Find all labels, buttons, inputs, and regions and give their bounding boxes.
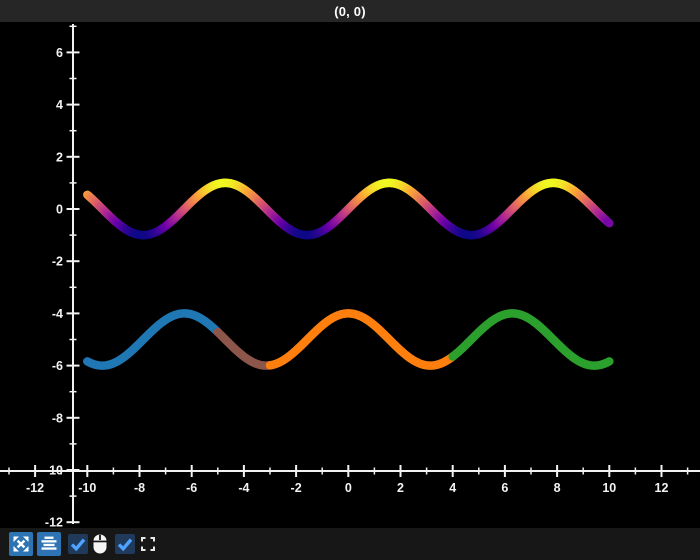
pan-button[interactable]	[9, 532, 33, 556]
align-center-icon	[37, 532, 61, 556]
y-tick-label: -2	[52, 255, 63, 269]
x-tick-label: 8	[554, 481, 561, 495]
x-tick-label: 10	[602, 481, 616, 495]
x-tick-label: -8	[134, 481, 145, 495]
series-cos-segment	[218, 332, 270, 366]
y-tick-label: -10	[45, 464, 63, 478]
x-tick-label: 6	[501, 481, 508, 495]
x-tick-label: -6	[186, 481, 197, 495]
expand-arrows-icon	[9, 532, 33, 556]
x-tick-label: -10	[78, 481, 96, 495]
autorange-checkbox[interactable]	[115, 534, 135, 554]
series-cos-segment	[270, 313, 453, 365]
y-tick-label: -8	[52, 411, 63, 425]
mouse-icon	[90, 533, 110, 555]
plot-canvas[interactable]: -12-10-8-6-4-20246810126420-2-4-6-8-10-1…	[0, 22, 700, 528]
fullscreen-icon-label[interactable]	[138, 534, 158, 554]
y-tick-label: 2	[56, 150, 63, 164]
y-tick-label: 0	[56, 203, 63, 217]
series-cos-segment	[453, 313, 610, 365]
check-icon	[68, 534, 88, 554]
mouse-icon-label[interactable]	[90, 533, 110, 555]
x-tick-label: 2	[397, 481, 404, 495]
series-sin-segment	[608, 222, 609, 223]
check-icon	[115, 534, 135, 554]
x-tick-label: -2	[291, 481, 302, 495]
window-title: (0, 0)	[334, 4, 366, 19]
y-tick-label: 4	[56, 98, 63, 112]
y-tick-label: -6	[52, 359, 63, 373]
bottom-toolbar	[0, 528, 700, 560]
x-tick-label: 0	[345, 481, 352, 495]
auto-center-button[interactable]	[37, 532, 61, 556]
title-bar: (0, 0)	[0, 0, 700, 22]
plot-area[interactable]: -12-10-8-6-4-20246810126420-2-4-6-8-10-1…	[0, 22, 700, 528]
mouse-enabled-checkbox[interactable]	[68, 534, 88, 554]
series-cos-segment	[87, 313, 218, 365]
x-tick-label: -4	[238, 481, 249, 495]
x-tick-label: 12	[655, 481, 669, 495]
y-tick-label: 6	[56, 46, 63, 60]
fullscreen-corners-icon	[138, 534, 158, 554]
x-tick-label: -12	[26, 481, 44, 495]
x-tick-label: 4	[449, 481, 456, 495]
y-tick-label: -12	[45, 516, 63, 528]
y-tick-label: -4	[52, 307, 63, 321]
